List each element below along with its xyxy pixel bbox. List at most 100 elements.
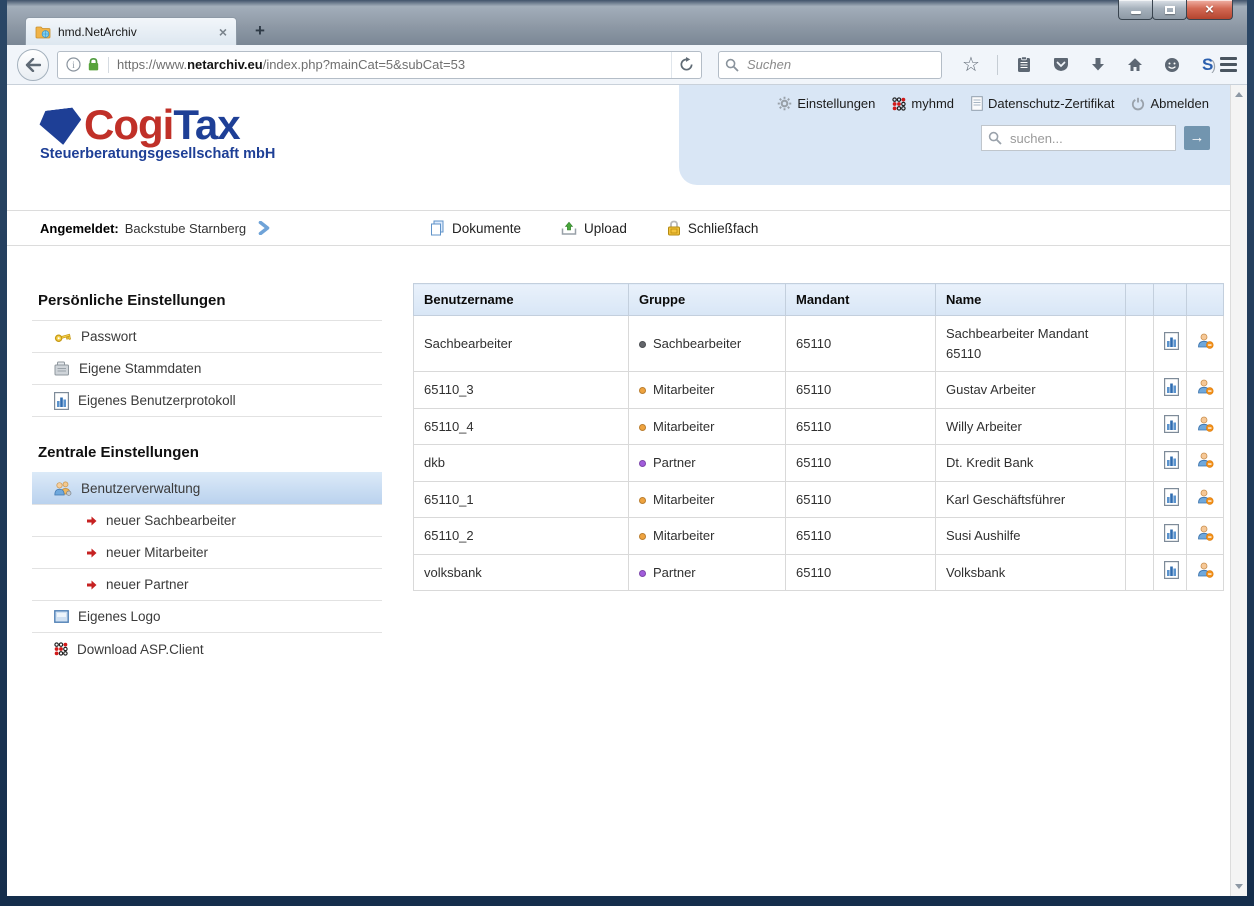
user-table: Benutzername Gruppe Mandant Name Sachbea… — [413, 283, 1224, 591]
table-row: 65110_2 Mitarbeiter 65110 Susi Aushilfe — [414, 518, 1224, 555]
folder-favicon-icon — [35, 25, 51, 39]
cell-gruppe: Partner — [629, 445, 786, 482]
tab-close-icon[interactable]: × — [219, 25, 227, 39]
remove-user-button[interactable] — [1187, 554, 1224, 591]
content: Persönliche Einstellungen Passwort Eigen… — [7, 246, 1230, 665]
header-link-myhmd[interactable]: myhmd — [892, 96, 954, 111]
nav-link-dokumente[interactable]: Dokumente — [430, 220, 521, 236]
cell-gruppe: Mitarbeiter — [629, 372, 786, 409]
scroll-up-icon[interactable] — [1235, 92, 1243, 97]
sidebar-item-neuer-mitarbeiter[interactable]: neuer Mitarbeiter — [32, 537, 382, 569]
site-search-input[interactable] — [1008, 130, 1169, 147]
home-icon[interactable] — [1124, 54, 1146, 76]
sidebar-item-neuer-sachbearbeiter[interactable]: neuer Sachbearbeiter — [32, 505, 382, 537]
reload-button[interactable] — [671, 52, 701, 78]
new-tab-button[interactable]: + — [245, 20, 275, 42]
cell-name: Karl Geschäftsführer — [936, 481, 1126, 518]
remove-user-button[interactable] — [1187, 481, 1224, 518]
cell-empty — [1126, 316, 1154, 372]
info-icon[interactable]: i — [66, 57, 81, 72]
group-label: Partner — [653, 565, 696, 580]
card-icon — [54, 361, 70, 376]
hmd-logo-icon — [892, 97, 906, 111]
remove-user-button[interactable] — [1187, 316, 1224, 372]
user-protocol-button[interactable] — [1154, 481, 1187, 518]
header-link-einstellungen[interactable]: Einstellungen — [777, 96, 875, 111]
col-mandant: Mandant — [786, 284, 936, 316]
pocket-icon[interactable] — [1050, 54, 1072, 76]
user-protocol-button[interactable] — [1154, 518, 1187, 555]
table-row: 65110_1 Mitarbeiter 65110 Karl Geschäfts… — [414, 481, 1224, 518]
user-protocol-button[interactable] — [1154, 316, 1187, 372]
cell-benutzername: volksbank — [414, 554, 629, 591]
users-icon — [54, 481, 72, 496]
site-navbar: Angemeldet: Backstube Starnberg Dokument… — [7, 210, 1230, 246]
close-button[interactable]: × — [1186, 0, 1233, 20]
header-link-label: Datenschutz-Zertifikat — [988, 96, 1114, 111]
url-bar[interactable]: i https://www.netarchiv.eu/index.php?mai… — [57, 51, 702, 79]
sidebar-item-neuer-partner[interactable]: neuer Partner — [32, 569, 382, 601]
document-icon — [971, 96, 983, 111]
page-viewport: Einstellungen myhmd Datenschutz-Zertifik… — [7, 85, 1247, 896]
sidebar-item-benutzerprotokoll[interactable]: Eigenes Benutzerprotokoll — [32, 385, 382, 417]
table-row: Sachbearbeiter Sachbearbeiter 65110 Sach… — [414, 316, 1224, 372]
sidebar-item-stammdaten[interactable]: Eigene Stammdaten — [32, 353, 382, 385]
chart-doc-icon — [1164, 378, 1179, 396]
browser-search-input[interactable] — [745, 56, 935, 73]
user-protocol-button[interactable] — [1154, 554, 1187, 591]
chart-doc-icon — [54, 392, 69, 410]
cell-gruppe: Mitarbeiter — [629, 518, 786, 555]
user-protocol-button[interactable] — [1154, 372, 1187, 409]
hello-smiley-icon[interactable] — [1161, 54, 1183, 76]
cell-mandant: 65110 — [786, 518, 936, 555]
page-scrollbar[interactable] — [1230, 85, 1247, 896]
https-lock-icon[interactable] — [87, 57, 100, 72]
browser-search-box[interactable] — [718, 51, 942, 79]
sidebar-section-zentrale: Zentrale Einstellungen Benutzerverwaltun… — [32, 444, 382, 665]
sidebar-item-label: neuer Mitarbeiter — [106, 545, 208, 560]
nav-link-upload[interactable]: Upload — [561, 220, 627, 236]
search-icon — [988, 131, 1002, 145]
site-search-box[interactable] — [981, 125, 1176, 151]
cell-empty — [1126, 445, 1154, 482]
remove-user-button[interactable] — [1187, 372, 1224, 409]
sidebar-item-label: neuer Partner — [106, 577, 189, 592]
sidebar-item-download-asp-client[interactable]: Download ASP.Client — [32, 633, 382, 665]
back-button[interactable] — [17, 49, 49, 81]
minimize-button[interactable] — [1118, 0, 1153, 20]
site-search-submit-button[interactable]: → — [1184, 126, 1210, 150]
chevron-right-icon[interactable] — [258, 221, 271, 235]
url-divider — [108, 57, 109, 73]
nav-link-schliessfach[interactable]: Schließfach — [667, 220, 759, 236]
bookmarks-clipboard-icon[interactable] — [1013, 54, 1035, 76]
user-protocol-button[interactable] — [1154, 408, 1187, 445]
cell-empty — [1126, 554, 1154, 591]
user-minus-icon — [1197, 333, 1214, 349]
reload-icon — [679, 57, 694, 72]
remove-user-button[interactable] — [1187, 408, 1224, 445]
menu-hamburger-icon[interactable] — [1220, 57, 1237, 72]
downloads-icon[interactable] — [1087, 54, 1109, 76]
sidebar-item-passwort[interactable]: Passwort — [32, 321, 382, 353]
sidebar-item-benutzerverwaltung[interactable]: Benutzerverwaltung — [32, 472, 382, 505]
cell-mandant: 65110 — [786, 372, 936, 409]
toolbar-icons: ☆ S) — [960, 54, 1220, 76]
browser-tab[interactable]: hmd.NetArchiv × — [25, 17, 237, 45]
bookmark-star-icon[interactable]: ☆ — [960, 54, 982, 76]
sidebar-item-eigenes-logo[interactable]: Eigenes Logo — [32, 601, 382, 633]
cell-gruppe: Mitarbeiter — [629, 481, 786, 518]
sidebar-item-label: Eigenes Logo — [78, 609, 161, 624]
header-link-abmelden[interactable]: Abmelden — [1131, 96, 1209, 111]
user-protocol-button[interactable] — [1154, 445, 1187, 482]
cell-mandant: 65110 — [786, 554, 936, 591]
remove-user-button[interactable] — [1187, 518, 1224, 555]
skype-extension-icon[interactable]: S) — [1198, 54, 1220, 76]
header-link-datenschutz[interactable]: Datenschutz-Zertifikat — [971, 96, 1114, 111]
logo-pentagon-icon — [38, 107, 84, 148]
scroll-down-icon[interactable] — [1235, 884, 1243, 889]
sidebar-item-label: Benutzerverwaltung — [81, 481, 200, 496]
group-dot — [639, 533, 646, 540]
remove-user-button[interactable] — [1187, 445, 1224, 482]
red-arrow-icon — [87, 516, 97, 526]
maximize-button[interactable] — [1152, 0, 1187, 20]
